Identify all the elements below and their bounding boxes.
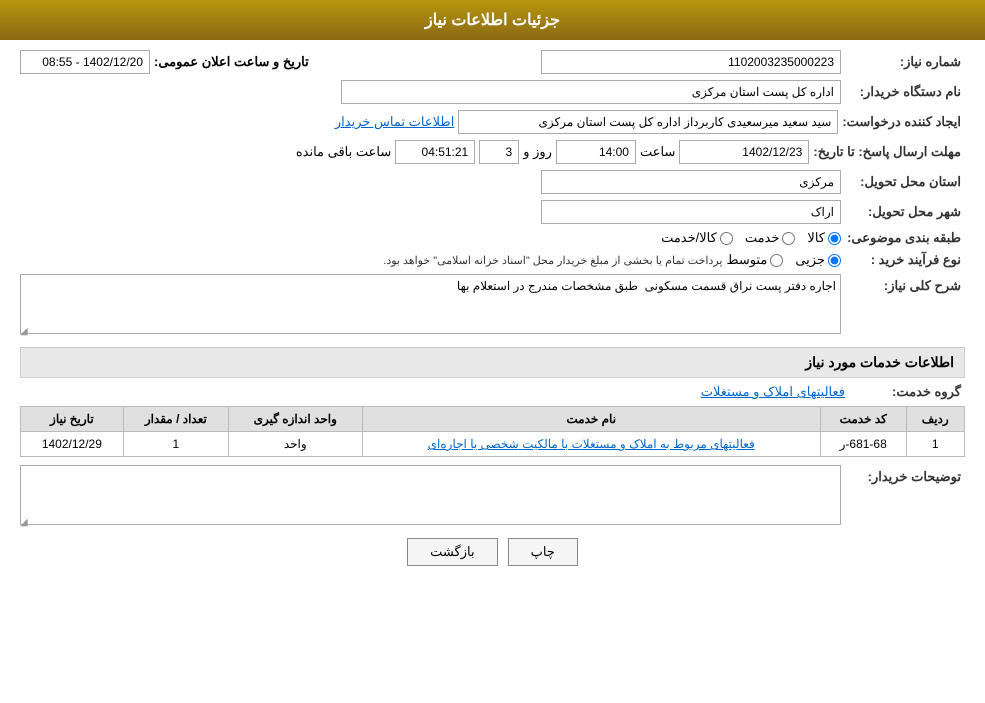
page-title: جزئیات اطلاعات نیاز: [425, 12, 560, 29]
col-row: ردیف: [906, 407, 964, 432]
col-code: کد خدمت: [820, 407, 906, 432]
creator-label: ایجاد کننده درخواست:: [842, 114, 965, 130]
content-area: شماره نیاز: تاریخ و ساعت اعلان عمومی: نا…: [0, 40, 985, 591]
buyer-org-label: نام دستگاه خریدار:: [845, 84, 965, 100]
announcement-input[interactable]: [20, 50, 150, 74]
deadline-remain-input[interactable]: [395, 140, 475, 164]
need-number-input[interactable]: [541, 50, 841, 74]
col-unit: واحد اندازه گیری: [228, 407, 362, 432]
col-date: تاریخ نیاز: [21, 407, 124, 432]
cell-code: 681-68-ر: [820, 432, 906, 457]
cell-date: 1402/12/29: [21, 432, 124, 457]
cell-unit: واحد: [228, 432, 362, 457]
contact-link[interactable]: اطلاعات تماس خریدار: [335, 114, 454, 130]
buyer-notes-row: توضیحات خریدار: ◢: [20, 465, 965, 528]
back-button[interactable]: بازگشت: [407, 538, 497, 566]
cell-qty: 1: [123, 432, 228, 457]
description-row: شرح کلی نیاز: ◢: [20, 274, 965, 337]
buyer-org-input[interactable]: [341, 80, 841, 104]
time-label: ساعت: [640, 144, 675, 160]
creator-input[interactable]: [458, 110, 838, 134]
cell-row: 1: [906, 432, 964, 457]
buyer-notes-label: توضیحات خریدار:: [845, 465, 965, 485]
col-name: نام خدمت: [362, 407, 820, 432]
buyer-notes-textarea[interactable]: [20, 465, 841, 525]
creator-row: ایجاد کننده درخواست: اطلاعات تماس خریدار: [20, 110, 965, 134]
announcement-label: تاریخ و ساعت اعلان عمومی:: [154, 54, 309, 70]
table-row: 1 681-68-ر فعالیتهای مربوط به املاک و مس…: [21, 432, 965, 457]
description-wrapper: ◢: [20, 274, 841, 337]
need-number-label: شماره نیاز:: [845, 54, 965, 70]
deadline-days-input[interactable]: [479, 140, 519, 164]
services-table: ردیف کد خدمت نام خدمت واحد اندازه گیری ت…: [20, 406, 965, 457]
delivery-province-row: استان محل تحویل:: [20, 170, 965, 194]
purchase-type-row: نوع فرآیند خرید : جزیی متوسط پرداخت تمام…: [20, 252, 965, 268]
delivery-city-row: شهر محل تحویل:: [20, 200, 965, 224]
remain-label: ساعت باقی مانده: [296, 144, 391, 160]
description-label: شرح کلی نیاز:: [845, 274, 965, 294]
delivery-city-label: شهر محل تحویل:: [845, 204, 965, 220]
category-radio-khedmat[interactable]: خدمت: [745, 230, 796, 246]
buyer-org-row: نام دستگاه خریدار:: [20, 80, 965, 104]
deadline-row: مهلت ارسال پاسخ: تا تاریخ: ساعت روز و سا…: [20, 140, 965, 164]
print-button[interactable]: چاپ: [508, 538, 578, 566]
deadline-time-input[interactable]: [556, 140, 636, 164]
services-table-header-row: ردیف کد خدمت نام خدمت واحد اندازه گیری ت…: [21, 407, 965, 432]
service-group-row: گروه خدمت: فعالیتهای املاک و مستغلات: [20, 384, 965, 400]
service-group-label: گروه خدمت:: [845, 384, 965, 400]
col-qty: تعداد / مقدار: [123, 407, 228, 432]
day-label: روز و: [523, 144, 552, 160]
services-table-body: 1 681-68-ر فعالیتهای مربوط به املاک و مس…: [21, 432, 965, 457]
page-header: جزئیات اطلاعات نیاز: [0, 0, 985, 40]
service-group-value[interactable]: فعالیتهای املاک و مستغلات: [701, 384, 845, 400]
buyer-notes-wrapper: ◢: [20, 465, 841, 528]
services-section-header: اطلاعات خدمات مورد نیاز: [20, 347, 965, 378]
delivery-province-label: استان محل تحویل:: [845, 174, 965, 190]
category-label: طبقه بندی موضوعی:: [845, 230, 965, 246]
button-row: چاپ بازگشت: [20, 538, 965, 581]
purchase-type-motavaset[interactable]: متوسط: [726, 252, 783, 268]
delivery-city-input[interactable]: [541, 200, 841, 224]
category-radio-kala-khedmat[interactable]: کالا/خدمت: [661, 230, 733, 246]
category-radio-kala[interactable]: کالا: [807, 230, 841, 246]
cell-name[interactable]: فعالیتهای مربوط به املاک و مستغلات با ما…: [362, 432, 820, 457]
description-textarea[interactable]: [20, 274, 841, 334]
purchase-type-label: نوع فرآیند خرید :: [845, 252, 965, 268]
purchase-type-jozii[interactable]: جزیی: [795, 252, 841, 268]
need-number-row: شماره نیاز: تاریخ و ساعت اعلان عمومی:: [20, 50, 965, 74]
category-radio-group: کالا خدمت کالا/خدمت: [661, 230, 841, 246]
deadline-label: مهلت ارسال پاسخ: تا تاریخ:: [813, 144, 965, 160]
deadline-date-input[interactable]: [679, 140, 809, 164]
page-wrapper: جزئیات اطلاعات نیاز شماره نیاز: تاریخ و …: [0, 0, 985, 703]
purchase-type-note: پرداخت تمام یا بخشی از مبلغ خریدار محل "…: [383, 254, 722, 267]
delivery-province-input[interactable]: [541, 170, 841, 194]
notes-resize-handle: ◢: [20, 517, 28, 528]
services-section-title: اطلاعات خدمات مورد نیاز: [805, 354, 954, 370]
purchase-type-radio-group: جزیی متوسط: [726, 252, 841, 268]
resize-handle: ◢: [20, 326, 28, 337]
category-row: طبقه بندی موضوعی: کالا خدمت کالا/خدمت: [20, 230, 965, 246]
